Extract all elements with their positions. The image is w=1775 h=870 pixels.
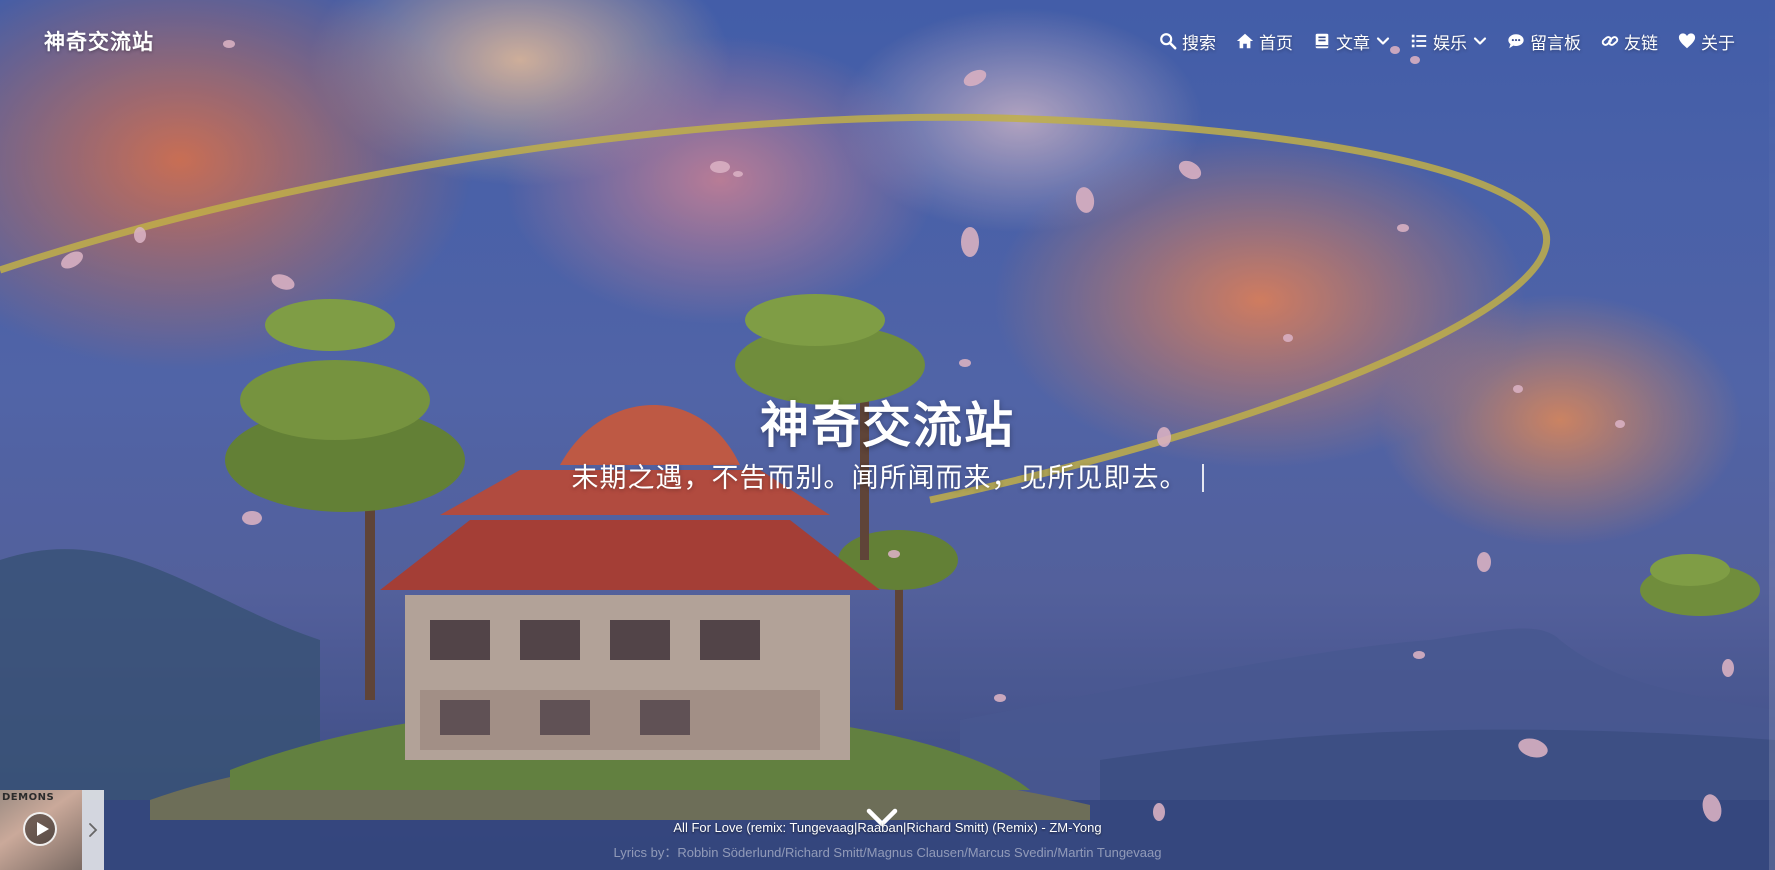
chevron-down-icon — [1473, 37, 1487, 45]
nav-item-entertainment[interactable]: 娱乐 — [1410, 29, 1487, 54]
nav-label-home: 首页 — [1259, 33, 1293, 53]
heart-icon — [1678, 33, 1696, 49]
music-player: DEMONS — [0, 790, 104, 870]
nav-item-about[interactable]: 关于 — [1678, 29, 1735, 54]
hero-title: 神奇交流站 — [759, 399, 1015, 453]
player-expand-toggle[interactable] — [82, 790, 104, 870]
nav-item-friend-links[interactable]: 友链 — [1601, 29, 1658, 54]
hero-subtitle: 未期之遇，不告而别。闻所闻而来，见所见即去。 — [571, 463, 1188, 493]
nav-item-guestbook[interactable]: 留言板 — [1507, 29, 1581, 54]
list-icon — [1411, 34, 1427, 48]
typing-cursor — [1201, 464, 1204, 492]
nav-item-search[interactable]: 搜索 — [1159, 29, 1216, 54]
album-cover-text: DEMONS — [2, 792, 55, 803]
play-button[interactable] — [23, 812, 57, 846]
nav-label-about: 关于 — [1701, 33, 1735, 53]
album-cover[interactable]: DEMONS — [0, 790, 82, 870]
nav-label-search: 搜索 — [1182, 33, 1216, 53]
chevron-right-icon — [89, 823, 98, 837]
site-brand[interactable]: 神奇交流站 — [44, 26, 154, 56]
nav-menu: 搜索 首页 文章 娱乐 留言板 友链 关于 — [1159, 29, 1735, 54]
chevron-down-icon — [1376, 37, 1390, 45]
book-icon — [1315, 33, 1329, 49]
home-icon — [1236, 33, 1254, 49]
top-navigation: 神奇交流站 搜索 首页 文章 娱乐 留言板 友链 关于 — [0, 0, 1775, 82]
nav-item-articles[interactable]: 文章 — [1313, 29, 1390, 54]
comment-icon — [1508, 34, 1524, 49]
hero-subtitle-wrap: 未期之遇，不告而别。闻所闻而来，见所见即去。 — [0, 456, 1775, 495]
nav-label-guestbook: 留言板 — [1530, 33, 1581, 53]
search-icon — [1160, 33, 1177, 50]
scrollbar-edge[interactable] — [1769, 0, 1775, 870]
nav-item-home[interactable]: 首页 — [1236, 29, 1293, 54]
link-icon — [1601, 36, 1619, 46]
nav-label-friend-links: 友链 — [1624, 33, 1658, 53]
lyric-current: All For Love (remix: Tungevaag|Raaban|Ri… — [673, 820, 1102, 835]
nav-label-entertainment: 娱乐 — [1433, 33, 1467, 53]
lyric-next: Lyrics by：Robbin Söderlund/Richard Smitt… — [613, 845, 1162, 860]
nav-label-articles: 文章 — [1336, 33, 1370, 53]
